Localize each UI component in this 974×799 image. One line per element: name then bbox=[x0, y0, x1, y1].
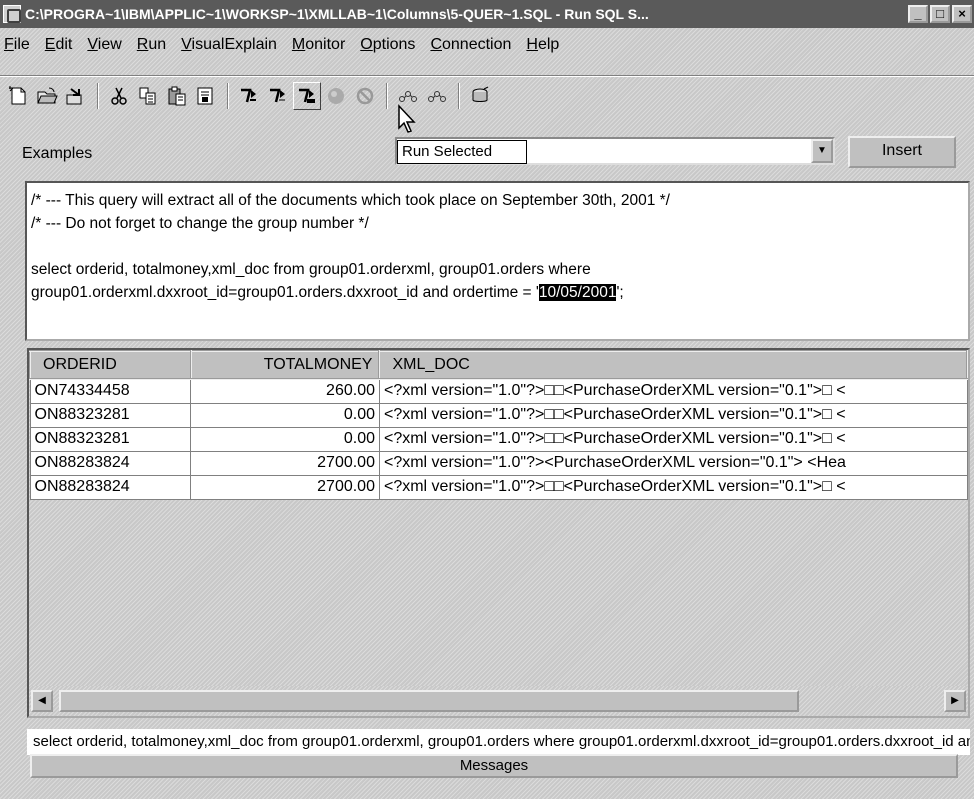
toolbar-separator bbox=[97, 83, 99, 109]
table-header-row: ORDERID TOTALMONEY XML_DOC bbox=[29, 350, 968, 380]
editor-line: group01.orderxml.dxxroot_id=group01.orde… bbox=[31, 281, 964, 304]
open-folder-icon[interactable] bbox=[33, 82, 61, 110]
scroll-right-icon[interactable]: ▶ bbox=[944, 690, 966, 712]
examples-label: Examples bbox=[22, 145, 93, 162]
editor-line: select orderid, totalmoney,xml_doc from … bbox=[31, 261, 591, 278]
run-selected-icon[interactable] bbox=[293, 82, 321, 110]
tooltip: Run Selected bbox=[397, 140, 527, 164]
cell-orderid[interactable]: ON88323281 bbox=[29, 426, 192, 452]
menu-run[interactable]: Run bbox=[137, 36, 166, 54]
menu-mnemonic: R bbox=[136, 36, 149, 53]
results-pane: ORDERID TOTALMONEY XML_DOC ON74334458 26… bbox=[27, 348, 970, 718]
cell-totalmoney[interactable]: 2700.00 bbox=[190, 474, 380, 500]
insert-button[interactable]: Insert bbox=[848, 136, 956, 168]
menu-connection[interactable]: Connection bbox=[430, 36, 511, 54]
cell-totalmoney[interactable]: 2700.00 bbox=[190, 450, 380, 476]
messages-button[interactable]: Messages bbox=[30, 754, 958, 778]
menu-mnemonic: V bbox=[181, 36, 192, 53]
menu-mnemonic: F bbox=[4, 36, 14, 53]
menu-mnemonic: O bbox=[360, 36, 373, 53]
selected-text: 10/05/2001 bbox=[538, 284, 617, 301]
run-all-icon[interactable] bbox=[235, 82, 263, 110]
column-header-xml-doc[interactable]: XML_DOC bbox=[378, 350, 968, 380]
menu-monitor[interactable]: Monitor bbox=[292, 36, 345, 54]
database-icon[interactable] bbox=[466, 82, 494, 110]
cell-xml-doc[interactable]: <?xml version="1.0"?>□□<PurchaseOrderXML… bbox=[378, 474, 968, 500]
cell-orderid[interactable]: ON88283824 bbox=[29, 450, 192, 476]
maximize-button[interactable]: □ bbox=[930, 5, 950, 23]
close-button[interactable]: × bbox=[952, 5, 972, 23]
explain-selected-icon[interactable] bbox=[423, 82, 451, 110]
menu-visualexplain[interactable]: VisualExplain bbox=[181, 36, 277, 54]
table-row[interactable]: ON88323281 0.00 <?xml version="1.0"?>□□<… bbox=[29, 426, 968, 452]
toolbar-separator bbox=[458, 83, 460, 109]
cancel-icon[interactable] bbox=[351, 82, 379, 110]
window-title: C:\PROGRA~1\IBM\APPLIC~1\WORKSP~1\XMLLAB… bbox=[25, 6, 649, 22]
cell-totalmoney[interactable]: 260.00 bbox=[190, 378, 380, 404]
cell-totalmoney[interactable]: 0.00 bbox=[190, 402, 380, 428]
scrollbar-thumb[interactable] bbox=[59, 690, 799, 712]
run-from-cursor-icon[interactable] bbox=[264, 82, 292, 110]
editor-text: group01.orderxml.dxxroot_id=group01.orde… bbox=[31, 284, 539, 301]
cut-icon[interactable] bbox=[105, 82, 133, 110]
menu-mnemonic: V bbox=[87, 36, 98, 53]
mouse-cursor-icon bbox=[398, 104, 416, 133]
cell-totalmoney[interactable]: 0.00 bbox=[190, 426, 380, 452]
editor-text: '; bbox=[616, 284, 624, 301]
minimize-button[interactable]: _ bbox=[908, 5, 928, 23]
table-row[interactable]: ON88283824 2700.00 <?xml version="1.0"?>… bbox=[29, 474, 968, 500]
horizontal-scrollbar[interactable]: ◀ ▶ bbox=[29, 688, 968, 716]
toolbar-separator bbox=[227, 83, 229, 109]
cell-orderid[interactable]: ON88323281 bbox=[29, 402, 192, 428]
table-row[interactable]: ON74334458 260.00 <?xml version="1.0"?>□… bbox=[29, 378, 968, 404]
column-header-orderid[interactable]: ORDERID bbox=[29, 350, 192, 380]
table-row[interactable]: ON88283824 2700.00 <?xml version="1.0"?>… bbox=[29, 450, 968, 476]
menu-file[interactable]: File bbox=[4, 36, 30, 54]
title-bar: C:\PROGRA~1\IBM\APPLIC~1\WORKSP~1\XMLLAB… bbox=[0, 0, 974, 28]
menu-mnemonic: E bbox=[44, 36, 56, 53]
paste-icon[interactable] bbox=[163, 82, 191, 110]
cell-xml-doc[interactable]: <?xml version="1.0"?>□□<PurchaseOrderXML… bbox=[378, 426, 968, 452]
menu-mnemonic: M bbox=[291, 36, 306, 53]
toolbar-separator-line bbox=[0, 75, 974, 77]
table-row[interactable]: ON88323281 0.00 <?xml version="1.0"?>□□<… bbox=[29, 402, 968, 428]
editor-line: /* --- This query will extract all of th… bbox=[31, 192, 670, 209]
editor-line: /* --- Do not forget to change the group… bbox=[31, 215, 369, 232]
save-icon[interactable] bbox=[62, 82, 90, 110]
cell-xml-doc[interactable]: <?xml version="1.0"?>□□<PurchaseOrderXML… bbox=[378, 402, 968, 428]
menu-mnemonic: H bbox=[526, 36, 538, 53]
copy-icon[interactable] bbox=[134, 82, 162, 110]
find-icon[interactable] bbox=[192, 82, 220, 110]
executed-query-text: select orderid, totalmoney,xml_doc from … bbox=[27, 729, 970, 755]
cell-xml-doc[interactable]: <?xml version="1.0"?>□□<PurchaseOrderXML… bbox=[378, 378, 968, 404]
results-grid: ORDERID TOTALMONEY XML_DOC ON74334458 26… bbox=[29, 350, 968, 686]
menu-edit[interactable]: Edit bbox=[45, 36, 73, 54]
cell-orderid[interactable]: ON88283824 bbox=[29, 474, 192, 500]
toolbar-separator bbox=[386, 83, 388, 109]
results-table: ORDERID TOTALMONEY XML_DOC ON74334458 26… bbox=[29, 350, 968, 500]
scroll-left-icon[interactable]: ◀ bbox=[31, 690, 53, 712]
new-file-icon[interactable] bbox=[4, 82, 32, 110]
cell-xml-doc[interactable]: <?xml version="1.0"?><PurchaseOrderXML v… bbox=[378, 450, 968, 476]
menu-view[interactable]: View bbox=[87, 36, 121, 54]
menu-options[interactable]: Options bbox=[360, 36, 415, 54]
menu-mnemonic: C bbox=[430, 36, 442, 53]
menu-bar: File Edit View Run VisualExplain Monitor… bbox=[0, 30, 974, 60]
app-icon[interactable] bbox=[3, 5, 21, 23]
cell-orderid[interactable]: ON74334458 bbox=[29, 378, 192, 404]
stop-icon[interactable] bbox=[322, 82, 350, 110]
toolbar bbox=[0, 80, 974, 112]
chevron-down-icon[interactable]: ▼ bbox=[811, 139, 833, 163]
column-header-totalmoney[interactable]: TOTALMONEY bbox=[189, 350, 381, 380]
sql-editor[interactable]: /* --- This query will extract all of th… bbox=[25, 181, 970, 341]
menu-help[interactable]: Help bbox=[526, 36, 559, 54]
